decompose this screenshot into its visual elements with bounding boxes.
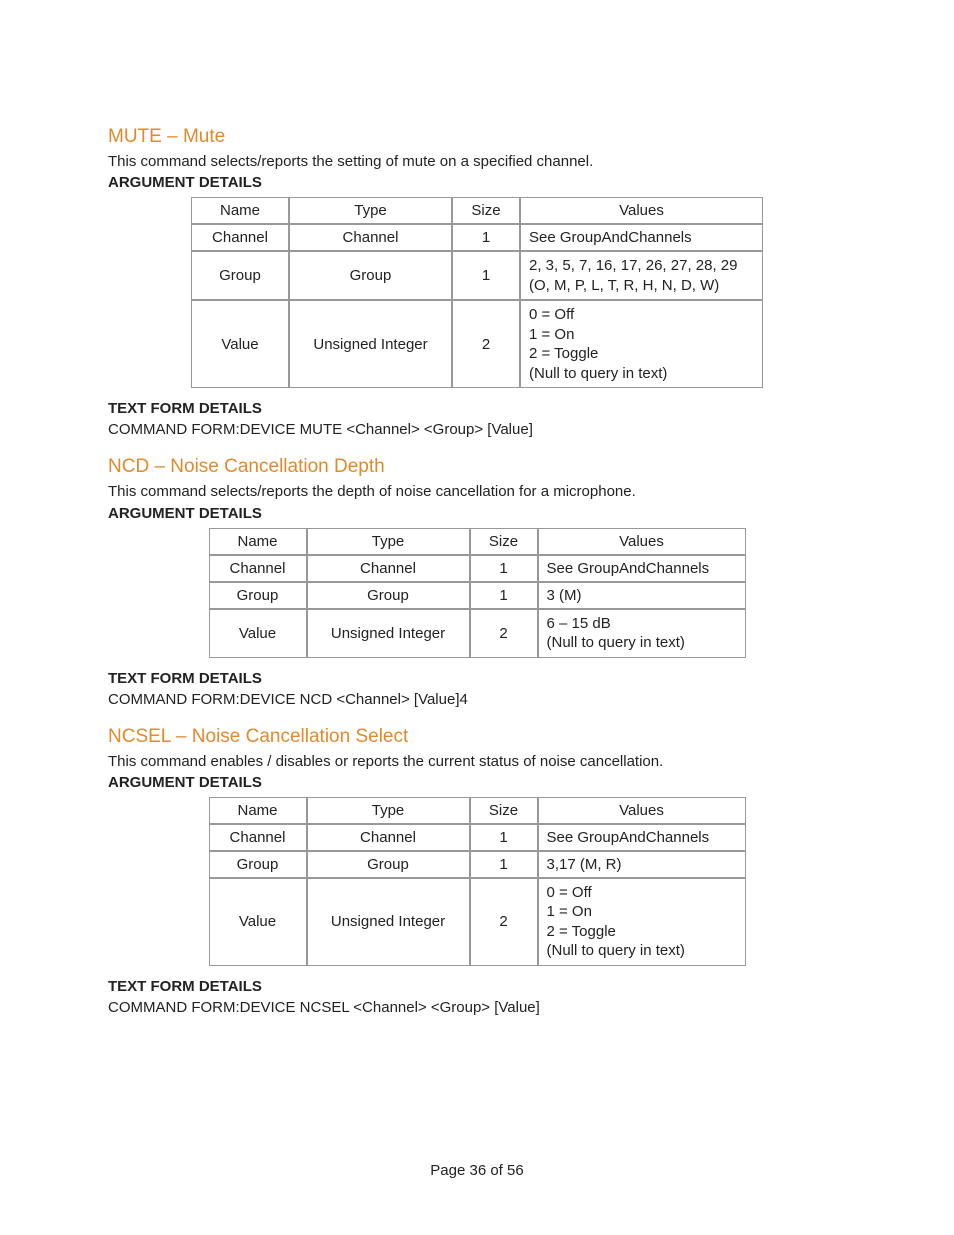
td-type: Group [289,251,452,300]
table-row: Group Group 1 3 (M) [209,582,746,609]
td-type: Unsigned Integer [289,300,452,388]
table-row: Group Group 1 2, 3, 5, 7, 16, 17, 26, 27… [191,251,763,300]
table-wrap-ncsel: Name Type Size Values Channel Channel 1 … [108,797,846,966]
td-name: Group [209,582,307,609]
table-row: Channel Channel 1 See GroupAndChannels [209,555,746,582]
td-values: 2, 3, 5, 7, 16, 17, 26, 27, 28, 29 (O, M… [520,251,763,300]
table-header-row: Name Type Size Values [209,797,746,824]
section-desc-ncsel: This command enables / disables or repor… [108,752,846,772]
td-size: 1 [470,851,538,878]
td-values: See GroupAndChannels [538,555,746,582]
th-size: Size [470,797,538,824]
td-values: See GroupAndChannels [538,824,746,851]
td-values: 3,17 (M, R) [538,851,746,878]
td-type: Unsigned Integer [307,609,470,658]
td-name: Value [209,878,307,966]
td-type: Channel [289,224,452,251]
td-size: 2 [452,300,520,388]
td-values: 3 (M) [538,582,746,609]
th-values: Values [538,797,746,824]
td-name: Channel [209,555,307,582]
section-title-ncd: NCD – Noise Cancellation Depth [108,456,846,478]
section-desc-mute: This command selects/reports the setting… [108,152,846,172]
table-row: Group Group 1 3,17 (M, R) [209,851,746,878]
page-content: MUTE – Mute This command selects/reports… [0,0,954,1016]
text-form-cmd-mute: COMMAND FORM:DEVICE MUTE <Channel> <Grou… [108,421,846,438]
arg-label-ncsel: ARGUMENT DETAILS [108,774,846,791]
th-values: Values [520,197,763,224]
td-size: 2 [470,609,538,658]
arg-table-ncd: Name Type Size Values Channel Channel 1 … [209,528,746,658]
text-form-cmd-ncd: COMMAND FORM:DEVICE NCD <Channel> [Value… [108,691,846,708]
td-values: See GroupAndChannels [520,224,763,251]
table-header-row: Name Type Size Values [191,197,763,224]
th-values: Values [538,528,746,555]
text-form-label-ncsel: TEXT FORM DETAILS [108,978,846,995]
text-form-cmd-ncsel: COMMAND FORM:DEVICE NCSEL <Channel> <Gro… [108,999,846,1016]
td-name: Group [191,251,289,300]
td-values: 0 = Off 1 = On 2 = Toggle (Null to query… [520,300,763,388]
td-type: Channel [307,555,470,582]
td-size: 1 [470,824,538,851]
td-name: Value [191,300,289,388]
section-title-ncsel: NCSEL – Noise Cancellation Select [108,726,846,748]
td-values: 6 – 15 dB (Null to query in text) [538,609,746,658]
page-footer: Page 36 of 56 [0,1162,954,1179]
td-size: 1 [452,224,520,251]
table-row: Value Unsigned Integer 2 0 = Off 1 = On … [209,878,746,966]
td-name: Channel [191,224,289,251]
td-size: 1 [470,582,538,609]
arg-table-mute: Name Type Size Values Channel Channel 1 … [191,197,763,388]
arg-label-ncd: ARGUMENT DETAILS [108,505,846,522]
th-type: Type [307,528,470,555]
table-row: Channel Channel 1 See GroupAndChannels [209,824,746,851]
text-form-label-ncd: TEXT FORM DETAILS [108,670,846,687]
table-header-row: Name Type Size Values [209,528,746,555]
td-type: Channel [307,824,470,851]
td-name: Value [209,609,307,658]
section-title-mute: MUTE – Mute [108,126,846,148]
td-type: Unsigned Integer [307,878,470,966]
td-name: Group [209,851,307,878]
td-name: Channel [209,824,307,851]
td-type: Group [307,582,470,609]
table-row: Value Unsigned Integer 2 6 – 15 dB (Null… [209,609,746,658]
th-size: Size [470,528,538,555]
td-values: 0 = Off 1 = On 2 = Toggle (Null to query… [538,878,746,966]
table-wrap-ncd: Name Type Size Values Channel Channel 1 … [108,528,846,658]
table-row: Value Unsigned Integer 2 0 = Off 1 = On … [191,300,763,388]
td-size: 1 [452,251,520,300]
td-size: 1 [470,555,538,582]
th-name: Name [191,197,289,224]
th-name: Name [209,528,307,555]
section-desc-ncd: This command selects/reports the depth o… [108,482,846,502]
text-form-label-mute: TEXT FORM DETAILS [108,400,846,417]
th-type: Type [289,197,452,224]
td-type: Group [307,851,470,878]
th-size: Size [452,197,520,224]
th-type: Type [307,797,470,824]
arg-label-mute: ARGUMENT DETAILS [108,174,846,191]
table-row: Channel Channel 1 See GroupAndChannels [191,224,763,251]
table-wrap-mute: Name Type Size Values Channel Channel 1 … [108,197,846,388]
th-name: Name [209,797,307,824]
td-size: 2 [470,878,538,966]
arg-table-ncsel: Name Type Size Values Channel Channel 1 … [209,797,746,966]
